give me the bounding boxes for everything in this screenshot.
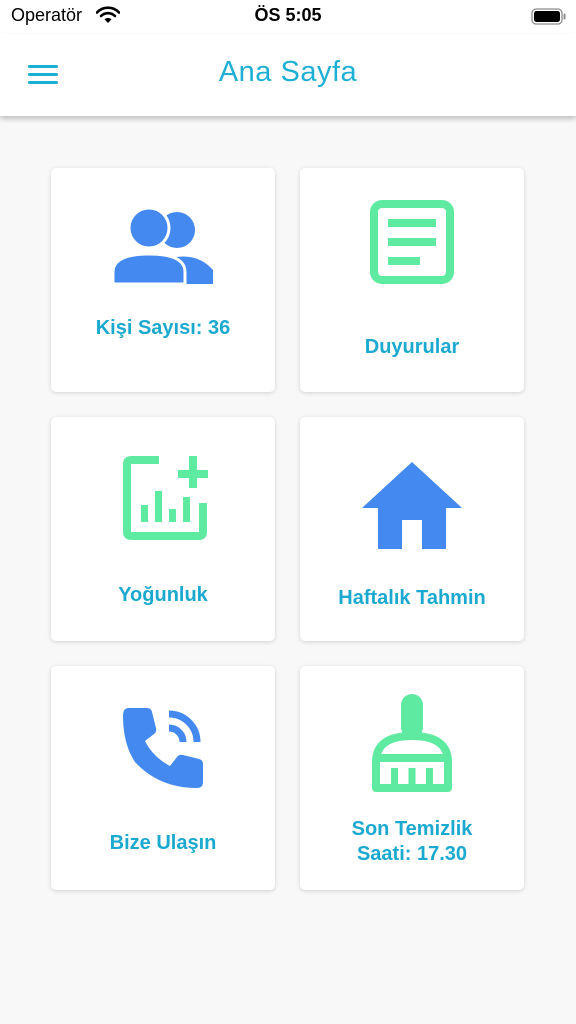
announcements-card[interactable]: Duyurular	[300, 168, 524, 392]
cleaning-brush-icon	[372, 694, 452, 792]
contact-card[interactable]: Bize Ulaşın	[51, 666, 275, 890]
home-icon	[362, 462, 462, 549]
weekly-forecast-card[interactable]: Haftalık Tahmin	[300, 417, 524, 641]
add-chart-icon	[123, 456, 208, 540]
phone-in-talk-icon	[123, 708, 203, 788]
battery-icon	[531, 8, 566, 25]
app-bar: Ana Sayfa	[0, 34, 576, 116]
last-cleaning-card[interactable]: Son Temizlik Saati: 17.30	[300, 666, 524, 890]
status-time: ÖS 5:05	[254, 5, 322, 25]
density-label: Yoğunluk	[118, 584, 208, 606]
people-icon	[113, 208, 213, 284]
density-card[interactable]: Yoğunluk	[51, 417, 275, 641]
people-count-label: Kişi Sayısı: 36	[95, 317, 231, 339]
announcements-label: Duyurular	[364, 336, 460, 358]
contact-label: Bize Ulaşın	[109, 832, 217, 854]
page-title: Ana Sayfa	[218, 56, 358, 88]
weekly-forecast-label: Haftalık Tahmin	[338, 587, 486, 609]
last-cleaning-label: Son Temizlik Saati: 17.30	[351, 818, 473, 865]
people-count-card[interactable]: Kişi Sayısı: 36	[51, 168, 275, 392]
article-icon	[370, 200, 454, 284]
status-bar: Operatör ÖS 5:05	[0, 0, 576, 34]
